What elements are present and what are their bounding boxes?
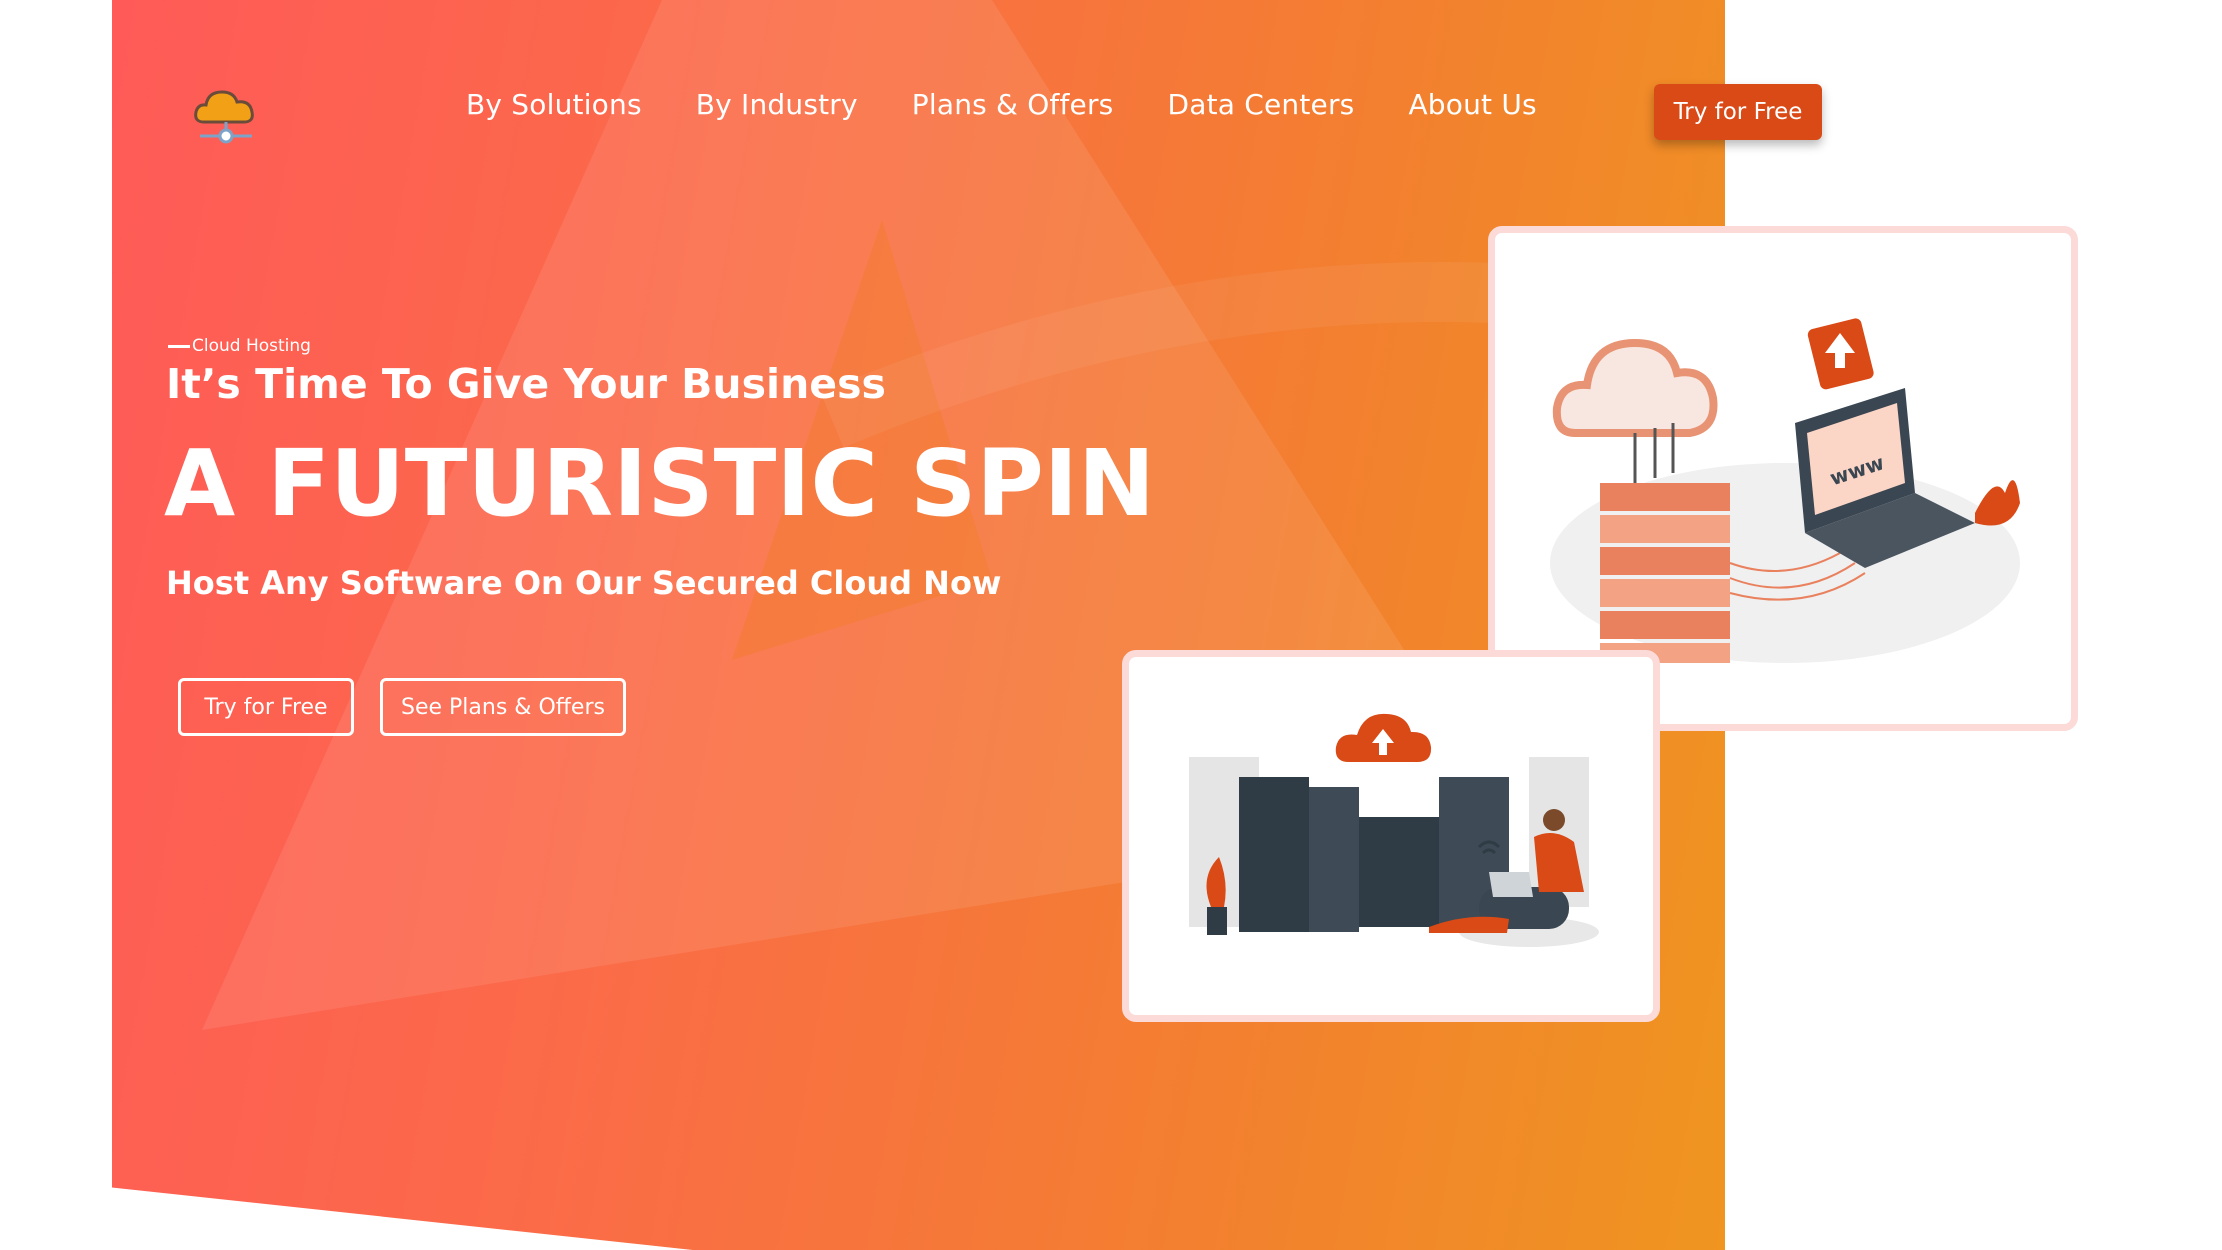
eyebrow-dash (168, 344, 190, 348)
hero-headline: A FUTURISTIC SPIN (164, 430, 1156, 537)
eyebrow-text: Cloud Hosting (192, 336, 311, 356)
header-try-free-button[interactable]: Try for Free (1654, 84, 1822, 140)
nav-item-about-us[interactable]: About Us (1408, 88, 1536, 121)
cloud-network-icon (194, 90, 254, 144)
nav-item-plans-offers[interactable]: Plans & Offers (912, 88, 1114, 121)
plant-leaf (1975, 480, 2020, 526)
data-center-illustration (1189, 713, 1599, 947)
hero-eyebrow: Cloud Hosting (168, 336, 311, 356)
cloud-icon (1552, 338, 1718, 437)
hero-background (112, 0, 1725, 1250)
server-rack-icon (1239, 777, 1509, 932)
hero-tagline: It’s Time To Give Your Business (166, 360, 886, 408)
main-nav: By Solutions By Industry Plans & Offers … (466, 88, 1537, 121)
server-stack-icon (1600, 483, 1730, 663)
data-center-illustration-card (1122, 650, 1660, 1022)
hero-subheadline: Host Any Software On Our Secured Cloud N… (166, 564, 1002, 602)
brand-logo[interactable] (192, 78, 260, 150)
nav-item-data-centers[interactable]: Data Centers (1167, 88, 1354, 121)
hero-try-free-button[interactable]: Try for Free (178, 678, 354, 736)
cloud-upload-icon (1335, 713, 1432, 762)
nav-item-by-industry[interactable]: By Industry (696, 88, 858, 121)
see-plans-button[interactable]: See Plans & Offers (380, 678, 626, 736)
nav-item-by-solutions[interactable]: By Solutions (466, 88, 642, 121)
upload-icon (1807, 318, 1874, 390)
hero-decoration (202, 0, 1596, 1030)
